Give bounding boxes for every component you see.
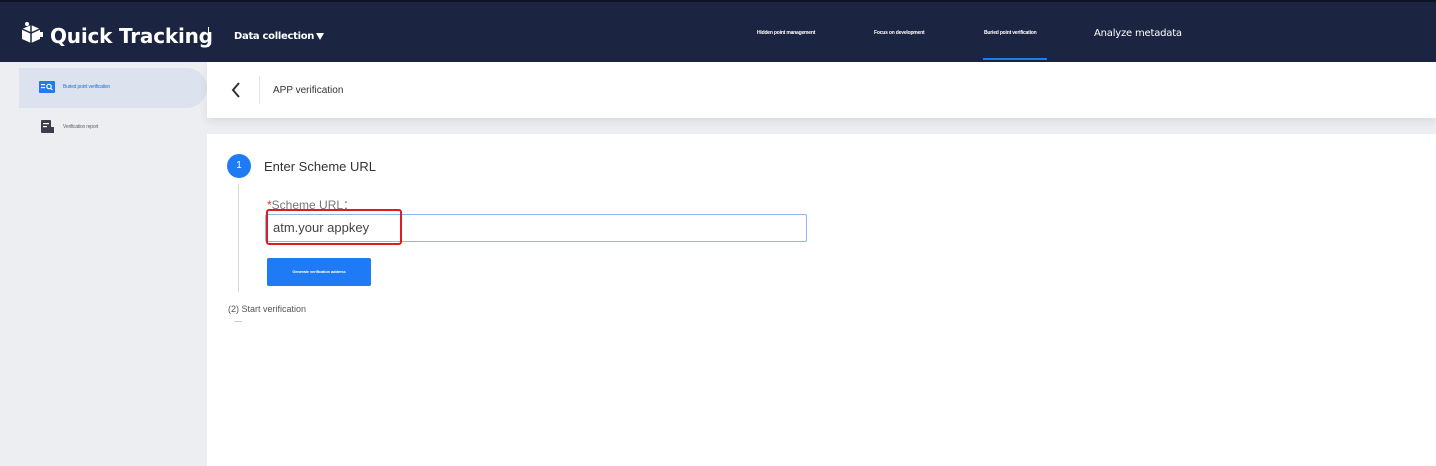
nav-analyze-metadata[interactable]: Analyze metadata bbox=[1094, 28, 1182, 39]
step-2-title: (2) Start verification bbox=[228, 304, 307, 314]
header-divider bbox=[208, 27, 209, 47]
highlight-annotation bbox=[266, 209, 402, 245]
step-number-badge: 1 bbox=[227, 154, 251, 178]
sidebar-item-buried-point-verification[interactable]: Buried point verification bbox=[19, 68, 207, 108]
top-navigation-bar: Quick Tracking Data collection Hidden po… bbox=[0, 0, 1436, 62]
active-nav-indicator bbox=[983, 58, 1047, 60]
nav-buried-point-verification[interactable]: Buried point verification bbox=[984, 30, 1037, 36]
verification-steps-card: 1 Enter Scheme URL *Scheme URL： atm.your… bbox=[207, 134, 1436, 466]
nav-focus-on-development[interactable]: Focus on development bbox=[874, 30, 925, 36]
report-icon bbox=[41, 120, 54, 133]
verification-icon bbox=[39, 81, 55, 93]
step-connector-line bbox=[238, 184, 239, 292]
brand-name: Quick Tracking bbox=[50, 24, 213, 48]
step-connector-line bbox=[234, 321, 242, 322]
sidebar-item-label: Buried point verification bbox=[63, 84, 110, 90]
logo-icon bbox=[21, 22, 43, 43]
header-divider bbox=[259, 76, 260, 104]
sidebar-item-label: Verification report bbox=[63, 124, 99, 130]
data-collection-label: Data collection bbox=[234, 31, 315, 42]
page-header: APP verification bbox=[207, 62, 1436, 118]
page-title: APP verification bbox=[273, 85, 344, 96]
sidebar-item-verification-report[interactable]: Verification report bbox=[19, 108, 207, 148]
caret-down-icon bbox=[316, 33, 325, 40]
main-content: APP verification 1 Enter Scheme URL *Sch… bbox=[207, 62, 1436, 466]
data-collection-dropdown[interactable]: Data collection bbox=[234, 31, 325, 42]
nav-hidden-point-management[interactable]: Hidden point management bbox=[757, 30, 815, 36]
sidebar: Buried point verification Verification r… bbox=[0, 62, 207, 466]
step-title: Enter Scheme URL bbox=[264, 159, 376, 174]
generate-verification-address-button[interactable]: Generate verification address bbox=[267, 258, 371, 286]
back-arrow-icon[interactable] bbox=[229, 80, 243, 100]
